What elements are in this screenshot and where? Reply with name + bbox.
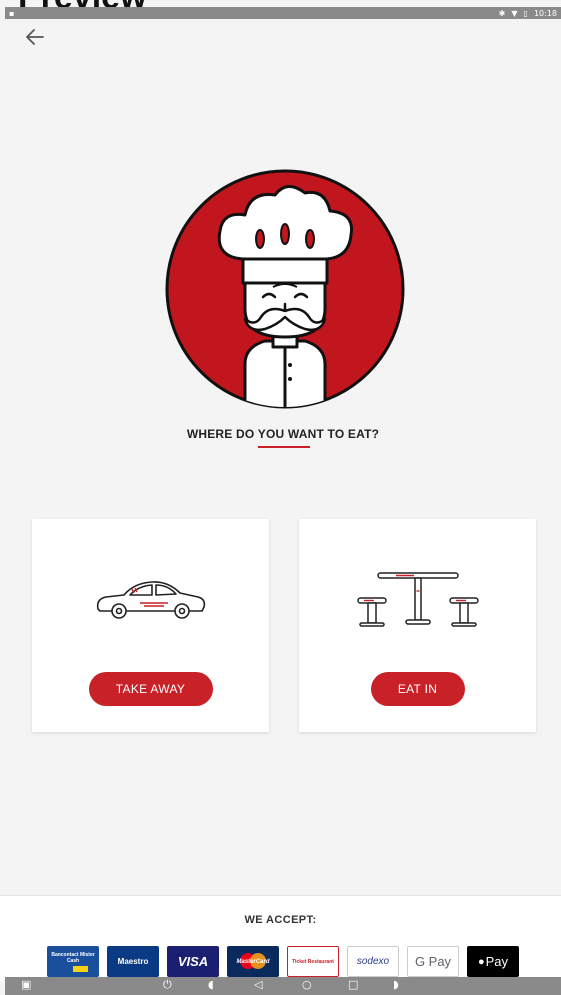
bancontact-stripes (58, 965, 88, 972)
app-screen: WHERE DO YOU WANT TO EAT? TAKE AWAY EAT … (5, 19, 561, 895)
status-time: 10:18 (533, 8, 557, 18)
we-accept-label: WE ACCEPT: (244, 914, 317, 926)
chef-mascot-icon (165, 169, 405, 409)
car-icon (96, 581, 206, 619)
table-stools-icon (357, 572, 479, 627)
screenshot-nav-icon[interactable]: ▣ (21, 978, 31, 991)
google-pay-logo: G Pay (407, 946, 459, 977)
home-nav-icon[interactable]: ○ (302, 978, 312, 991)
power-icon[interactable]: ⏻ (163, 978, 172, 992)
wifi-icon: ▼ (511, 8, 518, 18)
mastercard-logo: MasterCard (227, 946, 279, 977)
bancontact-logo: Bancontact Mister Cash (47, 946, 99, 977)
apple-pay-logo: ● Pay (467, 946, 519, 977)
maestro-label: Maestro (117, 957, 149, 966)
eat-in-card[interactable]: EAT IN (299, 519, 536, 732)
screenshot-icon: ▪ (9, 8, 15, 18)
back-arrow-icon[interactable] (23, 25, 47, 49)
take-away-button[interactable]: TAKE AWAY (88, 672, 213, 706)
google-pay-label: G Pay (414, 954, 452, 969)
payment-methods-row: Bancontact Mister Cash Maestro VISA Mast… (47, 946, 519, 977)
bluetooth-icon: ✱ (498, 8, 506, 18)
recents-nav-icon[interactable]: □ (348, 978, 358, 991)
eat-in-button[interactable]: EAT IN (370, 672, 465, 706)
volume-down-icon[interactable]: ◖ (208, 978, 214, 991)
back-nav-icon[interactable]: ◁ (254, 978, 262, 991)
status-bar: ▪ ✱ ▼ ▯ 10:18 (5, 7, 561, 19)
volume-up-icon[interactable]: ◗ (393, 978, 399, 991)
maestro-logo: Maestro (107, 946, 159, 977)
bancontact-label: Bancontact Mister Cash (51, 951, 95, 964)
visa-label: VISA (177, 954, 209, 969)
ticket-restaurant-logo: Ticket Restaurant (287, 946, 339, 977)
payment-footer: WE ACCEPT: Bancontact Mister Cash Maestr… (0, 895, 561, 981)
eat-question-heading: WHERE DO YOU WANT TO EAT? (186, 427, 380, 441)
ticket-restaurant-label: Ticket Restaurant (292, 958, 334, 965)
sodexo-label: sodexo (356, 956, 390, 967)
heading-underline (258, 446, 310, 448)
take-away-card[interactable]: TAKE AWAY (32, 519, 269, 732)
system-nav-bar: ▣ ⏻ ◖ ◁ ○ □ ◗ (5, 977, 561, 995)
sodexo-logo: sodexo (347, 946, 399, 977)
battery-icon: ▯ (523, 8, 528, 18)
visa-logo: VISA (167, 946, 219, 977)
apple-pay-label: Pay (485, 954, 509, 969)
mastercard-label: MasterCard (236, 958, 270, 965)
apple-icon: ● (477, 955, 485, 968)
